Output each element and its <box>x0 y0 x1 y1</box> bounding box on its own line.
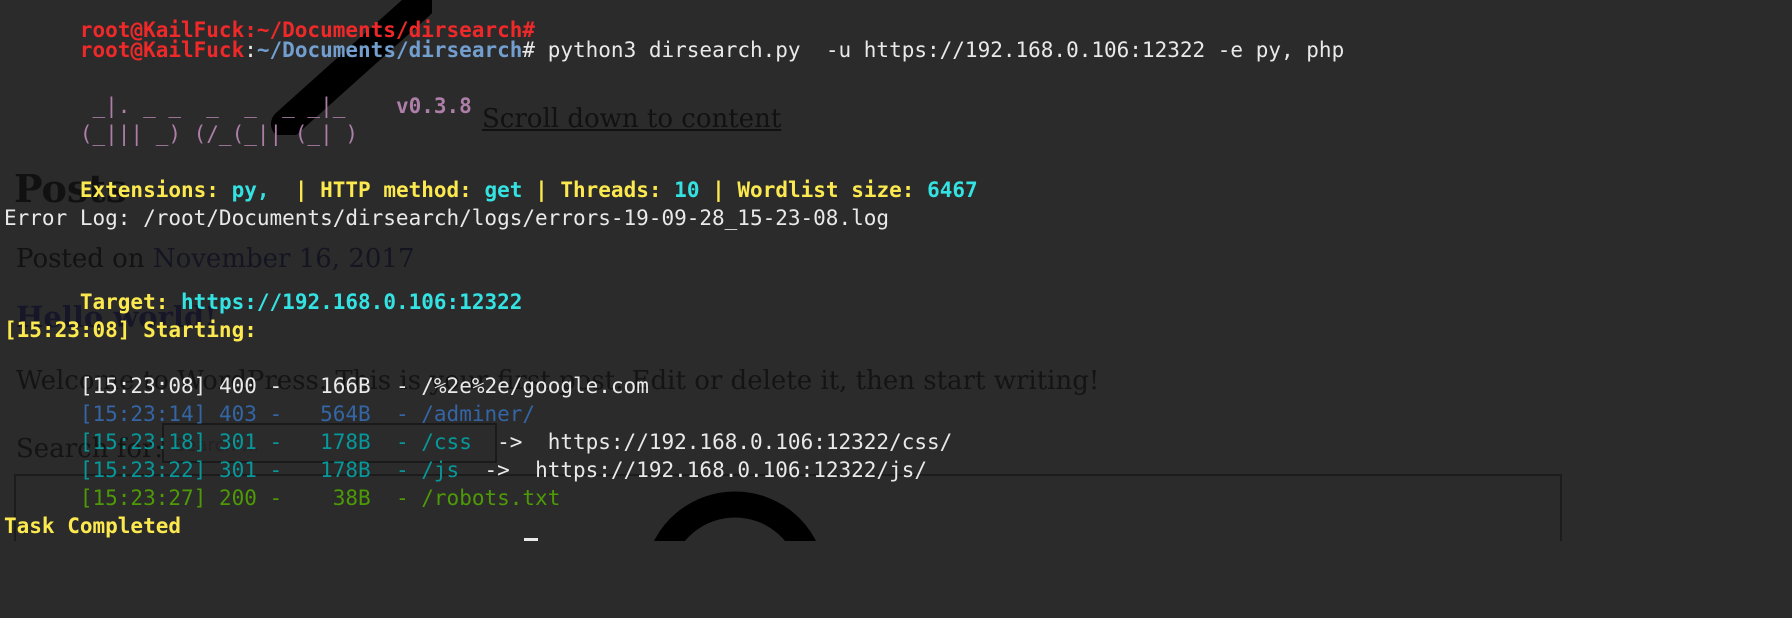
prompt-user-host: root@KailFuck <box>79 38 245 62</box>
cursor-caret <box>524 538 538 541</box>
threads-label: Threads: <box>560 178 662 202</box>
target-url: https://192.168.0.106:12322 <box>181 290 523 314</box>
prompt-symbol: # <box>522 38 536 62</box>
result-size: 38B <box>307 486 371 510</box>
task-completed-line: Task Completed <box>4 514 182 538</box>
command-text: python3 dirsearch.py -u https://192.168.… <box>535 38 1345 62</box>
terminal-window[interactable]: Scroll down to content Posts Posted on N… <box>0 0 1568 541</box>
starting-line: [15:23:08] Starting: <box>4 318 257 342</box>
result-status: 200 <box>218 486 257 510</box>
banner-art-2: (_||| _) (/_(_|| (_| ) <box>79 122 359 146</box>
result-time: [15:23:27] <box>79 486 207 510</box>
extensions-label: Extensions: <box>79 178 219 202</box>
banner-version: v0.3.8 <box>395 94 472 118</box>
method-value: get <box>484 178 523 202</box>
prompt-separator: : <box>244 38 257 62</box>
result-redirect: https://192.168.0.106:12322/js/ <box>535 458 927 482</box>
wordlist-label: Wordlist size: <box>737 178 915 202</box>
error-log-line: Error Log: /root/Documents/dirsearch/log… <box>4 206 890 230</box>
prompt-path: ~/Documents/dirsearch <box>256 38 523 62</box>
skip-to-content-link[interactable]: Scroll down to content <box>482 104 781 134</box>
wordlist-value: 6467 <box>927 178 978 202</box>
threads-value: 10 <box>674 178 700 202</box>
config-separator-1: | <box>269 178 321 202</box>
config-separator-2: | <box>522 178 561 202</box>
result-path: /robots.txt <box>421 486 561 510</box>
target-label: Target: <box>79 290 169 314</box>
method-label: HTTP method: <box>320 178 472 202</box>
config-separator-3: | <box>699 178 738 202</box>
extensions-value: py, <box>231 178 270 202</box>
